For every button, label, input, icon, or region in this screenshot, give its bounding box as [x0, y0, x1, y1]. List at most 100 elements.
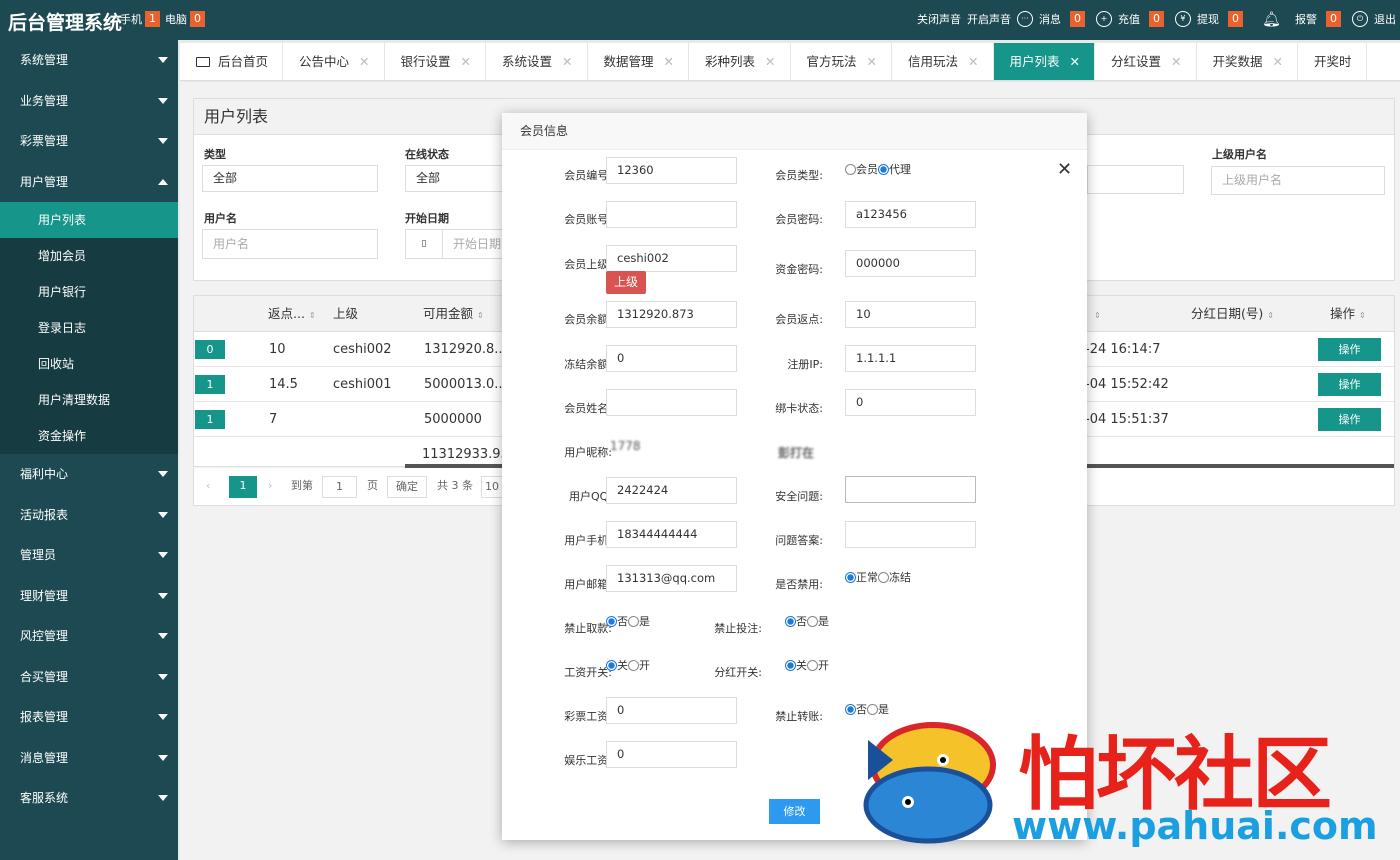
real-name-input[interactable]	[606, 389, 737, 416]
sort-icon[interactable]: ⇕	[1094, 311, 1101, 320]
email-input[interactable]: 131313@qq.com	[606, 565, 737, 592]
sort-icon[interactable]: ⇕	[477, 311, 484, 320]
sidebar-subitem-user-bank[interactable]: 用户银行	[0, 274, 178, 310]
sidebar-subitem-fund-ops[interactable]: 资金操作	[0, 418, 178, 454]
tab-credit-play[interactable]: 信用玩法 ✕	[892, 43, 994, 80]
sidebar-subitem-user-list[interactable]: 用户列表	[0, 202, 178, 238]
sidebar-subitem-login-log[interactable]: 登录日志	[0, 310, 178, 346]
radio-yes[interactable]	[807, 615, 818, 627]
sidebar-item-users[interactable]: 用户管理	[0, 162, 178, 203]
message-icon[interactable]: ···	[1016, 11, 1033, 27]
power-icon[interactable]: ⏻	[1352, 11, 1368, 27]
sort-icon[interactable]: ⇕	[1359, 311, 1366, 320]
logout-link[interactable]: 退出	[1374, 11, 1396, 27]
sidebar-item-welfare[interactable]: 福利中心	[0, 454, 178, 495]
tab-system-settings[interactable]: 系统设置 ✕	[486, 43, 588, 80]
bell-icon[interactable]: 🔔︎	[1262, 10, 1281, 28]
calendar-icon[interactable]: ▯	[405, 229, 443, 259]
balance-input[interactable]: 1312920.873	[606, 301, 737, 328]
sidebar-subitem-recycle-bin[interactable]: 回收站	[0, 346, 178, 382]
sidebar-item-business[interactable]: 业务管理	[0, 81, 178, 122]
col-amount[interactable]: 可用金额 ⇕	[423, 296, 484, 332]
alarm-link[interactable]: 报警	[1295, 11, 1317, 27]
sort-icon[interactable]: ⇕	[309, 311, 316, 320]
sidebar-item-admin[interactable]: 管理员	[0, 535, 178, 576]
sort-icon[interactable]: ⇕	[1267, 311, 1274, 320]
sidebar-item-messages[interactable]: 消息管理	[0, 738, 178, 779]
save-button[interactable]: 修改	[769, 799, 820, 824]
col-rebate[interactable]: 返点... ⇕	[268, 296, 316, 332]
tab-draw-time[interactable]: 开奖时	[1298, 43, 1367, 80]
sidebar-subitem-user-cleanup[interactable]: 用户清理数据	[0, 382, 178, 418]
online-status-select[interactable]: 全部	[405, 165, 505, 192]
entertainment-wage-input[interactable]: 0	[606, 741, 737, 768]
sidebar-item-finance[interactable]: 理财管理	[0, 576, 178, 617]
close-icon[interactable]: ✕	[1171, 54, 1181, 69]
tab-official-play[interactable]: 官方玩法 ✕	[791, 43, 893, 80]
col-sort-hidden[interactable]: ⇕	[1094, 296, 1101, 332]
radio-off[interactable]	[606, 659, 617, 671]
sidebar-subitem-add-member[interactable]: 增加会员	[0, 238, 178, 274]
close-icon[interactable]: ✕	[562, 54, 572, 69]
goto-confirm-button[interactable]: 确定	[387, 476, 427, 498]
close-icon[interactable]: ✕	[359, 54, 369, 69]
withdraw-link[interactable]: 提现	[1197, 11, 1219, 27]
close-icon[interactable]: ✕	[664, 54, 674, 69]
phone-input[interactable]: 18344444444	[606, 521, 737, 548]
username-input[interactable]: 用户名	[202, 229, 378, 259]
page-size-select[interactable]: 10	[481, 476, 503, 498]
page-current[interactable]: 1	[229, 476, 257, 498]
yen-icon[interactable]: ¥	[1174, 11, 1191, 27]
radio-yes[interactable]	[628, 615, 639, 627]
parent-username-input[interactable]: 上级用户名	[1211, 166, 1385, 195]
type-select[interactable]: 全部	[202, 165, 378, 192]
sidebar-item-risk[interactable]: 风控管理	[0, 616, 178, 657]
tab-home[interactable]: 后台首页	[180, 43, 284, 80]
radio-member[interactable]	[845, 163, 856, 175]
operation-button[interactable]: 操作	[1318, 373, 1381, 396]
security-question-input[interactable]	[845, 476, 976, 503]
close-icon[interactable]: ✕	[1070, 54, 1080, 69]
sidebar-item-support[interactable]: 客服系统	[0, 778, 178, 819]
mute-link[interactable]: 关闭声音	[917, 11, 961, 27]
next-page-icon[interactable]: ›	[268, 476, 272, 498]
unmute-link[interactable]: 开启声音	[967, 11, 1011, 27]
close-icon[interactable]: ✕	[765, 54, 775, 69]
radio-no[interactable]	[785, 615, 796, 627]
operation-button[interactable]: 操作	[1318, 338, 1381, 361]
frozen-balance-input[interactable]: 0	[606, 345, 737, 372]
sidebar-item-activity-report[interactable]: 活动报表	[0, 495, 178, 536]
radio-no[interactable]	[606, 615, 617, 627]
radio-agent[interactable]	[878, 163, 889, 175]
sidebar-item-reports[interactable]: 报表管理	[0, 697, 178, 738]
register-ip-input[interactable]: 1.1.1.1	[845, 345, 976, 372]
hidden-filter-input[interactable]	[1087, 165, 1184, 194]
member-no-input[interactable]: 12360	[606, 157, 737, 184]
tab-user-list[interactable]: 用户列表 ✕	[993, 43, 1096, 80]
close-icon[interactable]: ✕	[1057, 159, 1072, 180]
account-input[interactable]	[606, 201, 737, 228]
tab-dividend-settings[interactable]: 分红设置 ✕	[1095, 43, 1197, 80]
close-icon[interactable]: ✕	[867, 54, 877, 69]
close-icon[interactable]: ✕	[968, 54, 978, 69]
lottery-wage-input[interactable]: 0	[606, 697, 737, 724]
message-link[interactable]: 消息	[1039, 11, 1061, 27]
answer-input[interactable]	[845, 521, 976, 548]
recharge-icon[interactable]: +	[1095, 11, 1112, 27]
start-date-input[interactable]: 开始日期	[442, 229, 504, 259]
prev-page-icon[interactable]: ‹	[206, 476, 210, 498]
sidebar-item-group-buy[interactable]: 合买管理	[0, 657, 178, 698]
close-icon[interactable]: ✕	[1273, 54, 1283, 69]
col-dividend-date[interactable]: 分红日期(号) ⇕	[1191, 296, 1274, 332]
rebate-input[interactable]: 10	[845, 301, 976, 328]
card-bind-input[interactable]: 0	[845, 389, 976, 416]
radio-on[interactable]	[807, 659, 818, 671]
tab-lottery-list[interactable]: 彩种列表 ✕	[689, 43, 791, 80]
tab-bank-settings[interactable]: 银行设置 ✕	[385, 43, 487, 80]
parent-button[interactable]: 上级	[606, 271, 646, 294]
qq-input[interactable]: 2422424	[606, 477, 737, 504]
parent-input[interactable]: ceshi002	[606, 245, 737, 272]
radio-off[interactable]	[785, 659, 796, 671]
close-icon[interactable]: ✕	[461, 54, 471, 69]
goto-page-input[interactable]: 1	[322, 476, 357, 498]
